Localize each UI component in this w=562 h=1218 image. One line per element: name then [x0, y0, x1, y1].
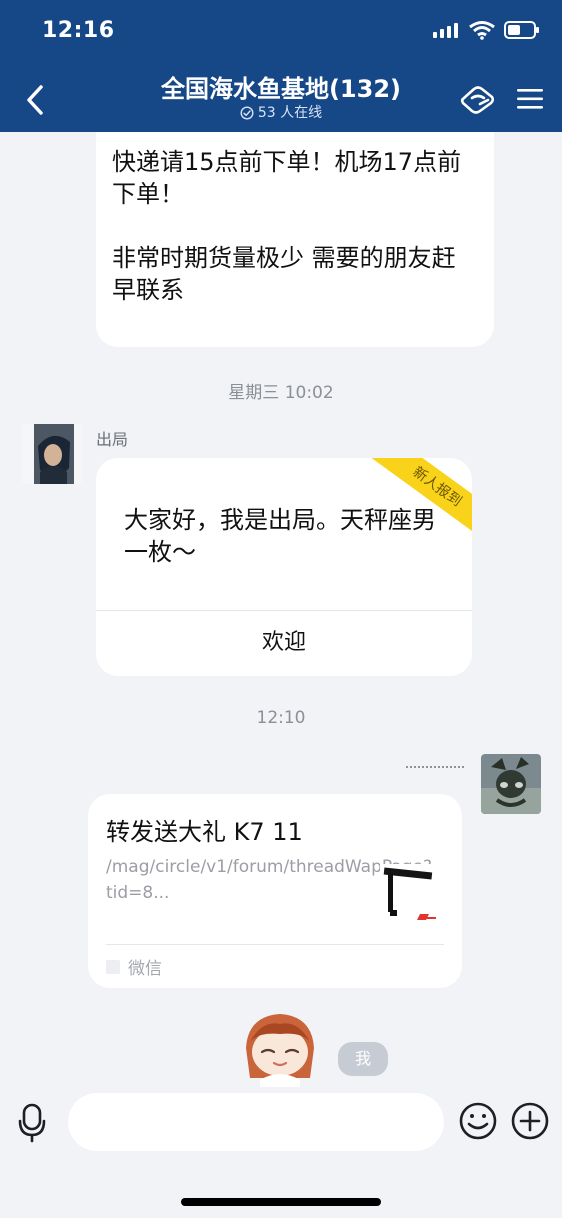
online-count: 53 人在线 — [240, 104, 322, 122]
nav-actions — [458, 82, 544, 116]
new-member-message-bubble: 新人报到 大家好，我是出局。天秤座男一枚～ 欢迎 — [96, 458, 472, 676]
nav-bar: 全国海水鱼基地(132) 53 人在线 — [0, 70, 562, 132]
mic-icon[interactable] — [14, 1101, 50, 1145]
bubble-divider — [96, 610, 472, 611]
message-input[interactable] — [68, 1093, 444, 1151]
timestamp-divider: 星期三 10:02 — [228, 383, 334, 403]
shared-link-card[interactable]: 转发送大礼 K7 11 /mag/circle/v1/forum/threadW… — [88, 794, 462, 988]
timestamp-divider: 12:10 — [256, 708, 306, 728]
status-time: 12:16 — [42, 18, 115, 43]
avatar[interactable] — [481, 754, 541, 814]
shared-title: 转发送大礼 K7 11 — [106, 818, 303, 846]
avatar[interactable] — [22, 424, 82, 484]
sender-dots — [406, 766, 464, 768]
card-divider — [106, 944, 444, 945]
plus-icon[interactable] — [510, 1101, 550, 1141]
ticket-hand-icon[interactable] — [458, 82, 498, 116]
source-icon — [106, 959, 120, 974]
emoji-icon[interactable] — [458, 1101, 498, 1141]
incoming-message-bubble: 18520172761 快递请15点前下单！机场17点前下单！ 非常时期货量极少… — [96, 132, 494, 347]
online-status-icon — [240, 106, 254, 120]
message-text: 快递请15点前下单！机场17点前下单！ 非常时期货量极少 需要的朋友赶早联系 — [112, 148, 462, 304]
avatar-image — [22, 424, 82, 484]
home-indicator — [181, 1198, 381, 1206]
status-icons — [432, 20, 540, 40]
chat-list[interactable]: 18520172761 快递请15点前下单！机场17点前下单！ 非常时期货量极少… — [0, 132, 562, 1087]
shared-url: /mag/circle/v1/forum/threadWapPage?tid=8… — [106, 857, 433, 903]
status-bar: 12:16 — [0, 0, 562, 70]
message-text: 大家好，我是出局。天秤座男一枚～ — [124, 506, 436, 566]
wifi-icon — [469, 21, 495, 40]
avatar-image — [481, 754, 541, 814]
shared-thumbnail — [380, 864, 444, 928]
signal-icon — [433, 23, 458, 38]
menu-icon[interactable] — [516, 87, 544, 111]
battery-icon — [504, 21, 539, 39]
me-badge: 我 — [338, 1042, 388, 1076]
top-header: 12:16 全国海水鱼基地(132) 53 人在线 — [0, 0, 562, 132]
welcome-button[interactable]: 欢迎 — [96, 624, 472, 656]
shared-source-label: 微信 — [128, 959, 162, 979]
online-count-text: 53 人在线 — [257, 105, 323, 121]
sender-name: 出局 — [96, 430, 129, 449]
cartoon-avatar — [246, 1014, 314, 1087]
shared-source: 微信 — [106, 954, 162, 979]
